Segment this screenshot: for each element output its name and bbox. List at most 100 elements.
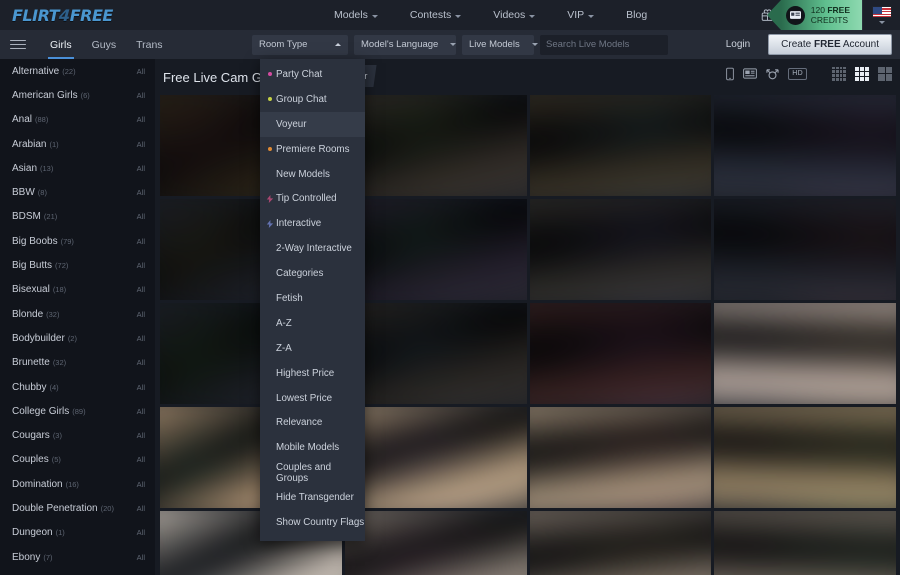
nav-item-models[interactable]: Models: [318, 0, 394, 30]
model-tile[interactable]: [344, 407, 527, 508]
room-type-item-fetish[interactable]: Fetish: [260, 286, 365, 311]
sidebar-item-anal[interactable]: Anal (88) All: [0, 108, 155, 132]
category-all-link[interactable]: All: [137, 285, 145, 294]
room-type-item-2-way-interactive[interactable]: 2-Way Interactive: [260, 236, 365, 261]
sidebar-item-alternative[interactable]: Alternative (22) All: [0, 59, 155, 83]
category-all-link[interactable]: All: [137, 431, 145, 440]
room-type-item-z-a[interactable]: Z-A: [260, 336, 365, 361]
create-free-account-button[interactable]: Create FREE Account: [768, 34, 892, 55]
category-all-link[interactable]: All: [137, 383, 145, 392]
sidebar-item-ebony[interactable]: Ebony (7) All: [0, 545, 155, 569]
category-all-link[interactable]: All: [137, 504, 145, 513]
site-logo[interactable]: FLIRT4FREE: [12, 6, 113, 25]
category-sidebar[interactable]: Alternative (22) All American Girls (6) All An…: [0, 59, 155, 575]
category-all-link[interactable]: All: [137, 91, 145, 100]
login-button[interactable]: Login: [714, 35, 762, 54]
category-all-link[interactable]: All: [137, 310, 145, 319]
model-tile[interactable]: [529, 95, 712, 196]
room-type-item-couples-and-groups[interactable]: Couples and Groups: [260, 460, 365, 485]
sidebar-item-college-girls[interactable]: College Girls (89) All: [0, 399, 155, 423]
nav-item-blog[interactable]: Blog: [610, 0, 663, 30]
sidebar-item-asian[interactable]: Asian (13) All: [0, 156, 155, 180]
live-models-dropdown[interactable]: Live Models: [462, 34, 538, 55]
model-tile[interactable]: [344, 199, 527, 300]
category-all-link[interactable]: All: [137, 237, 145, 246]
sidebar-item-arabian[interactable]: Arabian (1) All: [0, 132, 155, 156]
sidebar-item-bdsm[interactable]: BDSM (21) All: [0, 205, 155, 229]
model-tile[interactable]: [529, 407, 712, 508]
tab-guys[interactable]: Guys: [82, 30, 127, 59]
model-language-dropdown[interactable]: Model's Language: [354, 34, 457, 55]
sidebar-item-blonde[interactable]: Blonde (32) All: [0, 302, 155, 326]
category-all-link[interactable]: All: [137, 334, 145, 343]
model-tile[interactable]: [529, 511, 712, 575]
sidebar-item-bisexual[interactable]: Bisexual (18) All: [0, 278, 155, 302]
transgender-icon[interactable]: [766, 66, 779, 81]
sidebar-item-bodybuilder[interactable]: Bodybuilder (2) All: [0, 326, 155, 350]
room-type-item-show-country-flags[interactable]: Show Country Flags: [260, 510, 365, 535]
category-all-link[interactable]: All: [137, 188, 145, 197]
model-tile[interactable]: [344, 95, 527, 196]
sidebar-item-big-butts[interactable]: Big Butts (72) All: [0, 253, 155, 277]
room-type-dropdown-menu[interactable]: Party Chat Group Chat Voyeur Premiere Rooms…: [260, 59, 365, 541]
model-tile[interactable]: [529, 303, 712, 404]
category-all-link[interactable]: All: [137, 455, 145, 464]
model-tile[interactable]: [714, 407, 896, 508]
room-type-item-voyeur[interactable]: Voyeur: [260, 111, 365, 137]
category-all-link[interactable]: All: [137, 164, 145, 173]
multi-view-icon[interactable]: [743, 68, 758, 79]
model-tile[interactable]: [714, 95, 896, 196]
search-input[interactable]: [546, 39, 678, 50]
room-type-item-a-z[interactable]: A-Z: [260, 311, 365, 336]
model-tile[interactable]: [344, 303, 527, 404]
free-credits-badge[interactable]: 120 FREE CREDITS: [766, 0, 862, 30]
sidebar-item-dungeon[interactable]: Dungeon (1) All: [0, 521, 155, 545]
model-tile[interactable]: [344, 511, 527, 575]
language-region-selector[interactable]: [862, 0, 900, 30]
model-tile[interactable]: [714, 303, 896, 404]
category-all-link[interactable]: All: [137, 115, 145, 124]
room-type-item-interactive[interactable]: Interactive: [260, 211, 365, 236]
model-tile[interactable]: [714, 511, 896, 575]
room-type-item-highest-price[interactable]: Highest Price: [260, 361, 365, 386]
nav-item-contests[interactable]: Contests: [394, 0, 477, 30]
model-tile[interactable]: [529, 199, 712, 300]
sidebar-item-bbw[interactable]: BBW (8) All: [0, 180, 155, 204]
category-all-link[interactable]: All: [137, 480, 145, 489]
grid-small-icon[interactable]: [832, 66, 846, 81]
sidebar-item-cougars[interactable]: Cougars (3) All: [0, 423, 155, 447]
room-type-item-group-chat[interactable]: Group Chat: [260, 87, 365, 112]
category-all-link[interactable]: All: [137, 67, 145, 76]
room-type-item-party-chat[interactable]: Party Chat: [260, 62, 365, 87]
category-all-link[interactable]: All: [137, 528, 145, 537]
room-type-dropdown[interactable]: Room Type: [252, 34, 348, 55]
search-box[interactable]: [540, 34, 678, 55]
grid-medium-icon[interactable]: [855, 66, 869, 81]
sidebar-item-double-penetration[interactable]: Double Penetration (20) All: [0, 496, 155, 520]
hamburger-icon[interactable]: [10, 37, 26, 52]
grid-large-icon[interactable]: [878, 66, 892, 81]
room-type-item-lowest-price[interactable]: Lowest Price: [260, 386, 365, 411]
room-type-item-hide-transgender[interactable]: Hide Transgender: [260, 485, 365, 510]
sidebar-item-chubby[interactable]: Chubby (4) All: [0, 375, 155, 399]
model-tile[interactable]: [714, 199, 896, 300]
category-all-link[interactable]: All: [137, 140, 145, 149]
sidebar-item-big-boobs[interactable]: Big Boobs (79) All: [0, 229, 155, 253]
sidebar-item-brunette[interactable]: Brunette (32) All: [0, 351, 155, 375]
room-type-item-new-models[interactable]: New Models: [260, 162, 365, 187]
tab-trans[interactable]: Trans: [126, 30, 172, 59]
nav-item-vip[interactable]: VIP: [551, 0, 610, 30]
category-all-link[interactable]: All: [137, 212, 145, 221]
room-type-item-mobile-models[interactable]: Mobile Models: [260, 435, 365, 460]
mobile-models-icon[interactable]: [726, 67, 735, 81]
hd-badge[interactable]: HD: [788, 67, 807, 80]
room-type-item-relevance[interactable]: Relevance: [260, 410, 365, 435]
room-type-item-categories[interactable]: Categories: [260, 261, 365, 286]
category-all-link[interactable]: All: [137, 261, 145, 270]
room-type-item-premiere-rooms[interactable]: Premiere Rooms: [260, 137, 365, 162]
tab-girls[interactable]: Girls: [40, 30, 82, 59]
sidebar-item-american-girls[interactable]: American Girls (6) All: [0, 83, 155, 107]
category-all-link[interactable]: All: [137, 358, 145, 367]
sidebar-item-couples[interactable]: Couples (5) All: [0, 448, 155, 472]
category-all-link[interactable]: All: [137, 407, 145, 416]
